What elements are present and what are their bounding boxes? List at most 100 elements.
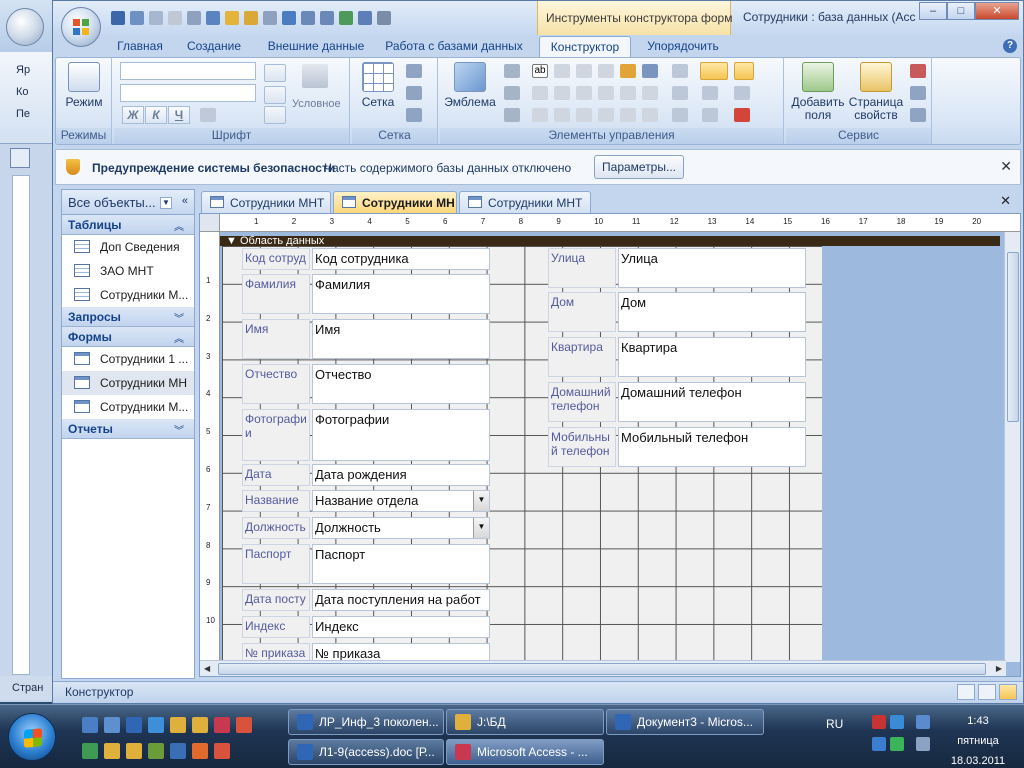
network-icon[interactable]: [358, 11, 372, 25]
field-textbox[interactable]: Название отдела ▼: [312, 490, 490, 512]
wizard-icon[interactable]: [734, 86, 750, 100]
field-textbox[interactable]: Домашний телефон: [618, 382, 806, 422]
line-color-icon[interactable]: [264, 106, 286, 124]
nav-form-item[interactable]: Сотрудники 1 ...: [62, 347, 194, 371]
taskbar-button[interactable]: ЛР_Инф_3 поколен...: [288, 709, 444, 735]
field-textbox[interactable]: Улица: [618, 248, 806, 288]
frame-control-icon[interactable]: [598, 108, 614, 122]
pin2-icon[interactable]: [263, 11, 277, 25]
title-bar[interactable]: Инструменты конструктора форм Сотрудники…: [53, 1, 1023, 35]
fill-color-icon[interactable]: [264, 86, 286, 104]
folder-icon[interactable]: [170, 717, 186, 733]
format-icon[interactable]: [206, 11, 220, 25]
nav-form-item[interactable]: Сотрудники М...: [62, 395, 194, 419]
toggle-control-icon[interactable]: [620, 86, 636, 100]
button-control-icon[interactable]: [532, 108, 548, 122]
language-indicator[interactable]: RU: [826, 717, 843, 731]
field-textbox[interactable]: Дата поступления на работ: [312, 589, 490, 611]
office-button[interactable]: [61, 7, 101, 47]
security-close-icon[interactable]: ✕: [1000, 158, 1012, 175]
combo-dropdown-icon[interactable]: ▼: [473, 491, 489, 511]
ie-icon[interactable]: [148, 717, 164, 733]
list-icon[interactable]: [301, 11, 315, 25]
chart-icon[interactable]: [282, 11, 296, 25]
field-label[interactable]: Дом: [548, 292, 616, 332]
redo-icon[interactable]: [149, 11, 163, 25]
section-header-detail[interactable]: ▼ Область данных: [220, 236, 1000, 246]
underline-button[interactable]: Ч: [168, 106, 190, 124]
field-textbox[interactable]: Дом: [618, 292, 806, 332]
access-icon[interactable]: [214, 717, 230, 733]
view-button[interactable]: Режим: [60, 62, 108, 109]
tab-create[interactable]: Создание: [181, 36, 247, 57]
field-label[interactable]: Улица: [548, 248, 616, 288]
vertical-scrollbar[interactable]: [1004, 232, 1020, 662]
field-textbox[interactable]: Должность ▼: [312, 517, 490, 539]
tray-icon[interactable]: [890, 715, 904, 729]
app-icon[interactable]: [236, 717, 252, 733]
chart-icon[interactable]: [170, 743, 186, 759]
field-textbox[interactable]: Индекс: [312, 616, 490, 638]
security-tray-icon[interactable]: [872, 715, 886, 729]
desktop-icon[interactable]: [82, 717, 98, 733]
font-size-combo[interactable]: [120, 84, 256, 102]
help-tray-icon[interactable]: [872, 737, 886, 751]
scroll-thumb[interactable]: [218, 663, 986, 675]
field-label[interactable]: Название от: [242, 490, 310, 512]
volume-icon[interactable]: [916, 737, 930, 751]
field-label[interactable]: Индекс: [242, 616, 310, 638]
folder-icon[interactable]: [244, 11, 258, 25]
tray-icon[interactable]: [890, 737, 904, 751]
customize-qat-icon[interactable]: [377, 11, 391, 25]
bold-button[interactable]: Ж: [122, 106, 144, 124]
word-icon[interactable]: [126, 717, 142, 733]
field-label[interactable]: Мобильны й телефон: [548, 427, 616, 467]
conditional-format-label[interactable]: Условное: [292, 98, 341, 110]
field-label[interactable]: Код сотруд: [242, 248, 310, 270]
field-textbox[interactable]: Дата рождения: [312, 464, 490, 486]
field-textbox[interactable]: Фамилия: [312, 274, 490, 314]
start-button[interactable]: [8, 713, 56, 761]
form-designer[interactable]: 1 2 3 4 5 6 7 8 9 10 11 12 13 14 15 16 17 18 19 20 12345678…: [199, 213, 1021, 677]
option-control-icon[interactable]: [576, 86, 592, 100]
field-label[interactable]: Отчество: [242, 364, 310, 404]
nav-section-queries[interactable]: Запросы ︾: [62, 307, 194, 327]
image-control-icon[interactable]: [620, 108, 636, 122]
nav-header[interactable]: Все объекты... ▼ «: [62, 190, 194, 215]
folder-icon[interactable]: [126, 743, 142, 759]
tab-arrange[interactable]: Упорядочить: [639, 36, 727, 57]
grid-button[interactable]: Сетка: [356, 62, 400, 109]
font-color-icon[interactable]: [264, 64, 286, 82]
rectangle-control-icon[interactable]: [700, 62, 728, 80]
taskbar-button-active[interactable]: Microsoft Access - ...: [446, 739, 604, 765]
line-control-icon[interactable]: [554, 64, 570, 78]
line-color-grid-icon[interactable]: [406, 108, 422, 122]
doc-tab[interactable]: Сотрудники МНТ: [459, 191, 591, 213]
textbox-control-icon[interactable]: [532, 86, 548, 100]
line-thickness-icon[interactable]: [406, 64, 422, 78]
logo-button[interactable]: Эмблема: [444, 62, 496, 109]
nav-table-item[interactable]: Сотрудники М...: [62, 283, 194, 307]
computer-icon[interactable]: [104, 717, 120, 733]
design-view-icon[interactable]: [999, 684, 1017, 700]
add-fields-button[interactable]: Добавить поля: [788, 62, 848, 122]
field-label[interactable]: Домашний телефон: [548, 382, 616, 422]
list-control-icon[interactable]: [642, 64, 658, 78]
page-number-icon[interactable]: [504, 86, 520, 100]
x-control-icon[interactable]: [576, 64, 592, 78]
edit-icon[interactable]: [225, 11, 239, 25]
taskbar-button[interactable]: Л1-9(access).doc [Р...: [288, 739, 444, 765]
excel-icon[interactable]: [82, 743, 98, 759]
date-time-icon[interactable]: [504, 108, 520, 122]
field-textbox[interactable]: Имя: [312, 319, 490, 359]
italic-button[interactable]: К: [145, 106, 167, 124]
save-icon[interactable]: [111, 11, 125, 25]
form-view-icon[interactable]: [957, 684, 975, 700]
subform-control-icon[interactable]: [642, 86, 658, 100]
network-icon[interactable]: [916, 715, 930, 729]
field-textbox[interactable]: Паспорт: [312, 544, 490, 584]
scroll-thumb[interactable]: [1007, 252, 1019, 422]
align-icon[interactable]: [672, 64, 688, 78]
attachment-control-icon[interactable]: [642, 108, 658, 122]
radio-control-icon[interactable]: [576, 108, 592, 122]
